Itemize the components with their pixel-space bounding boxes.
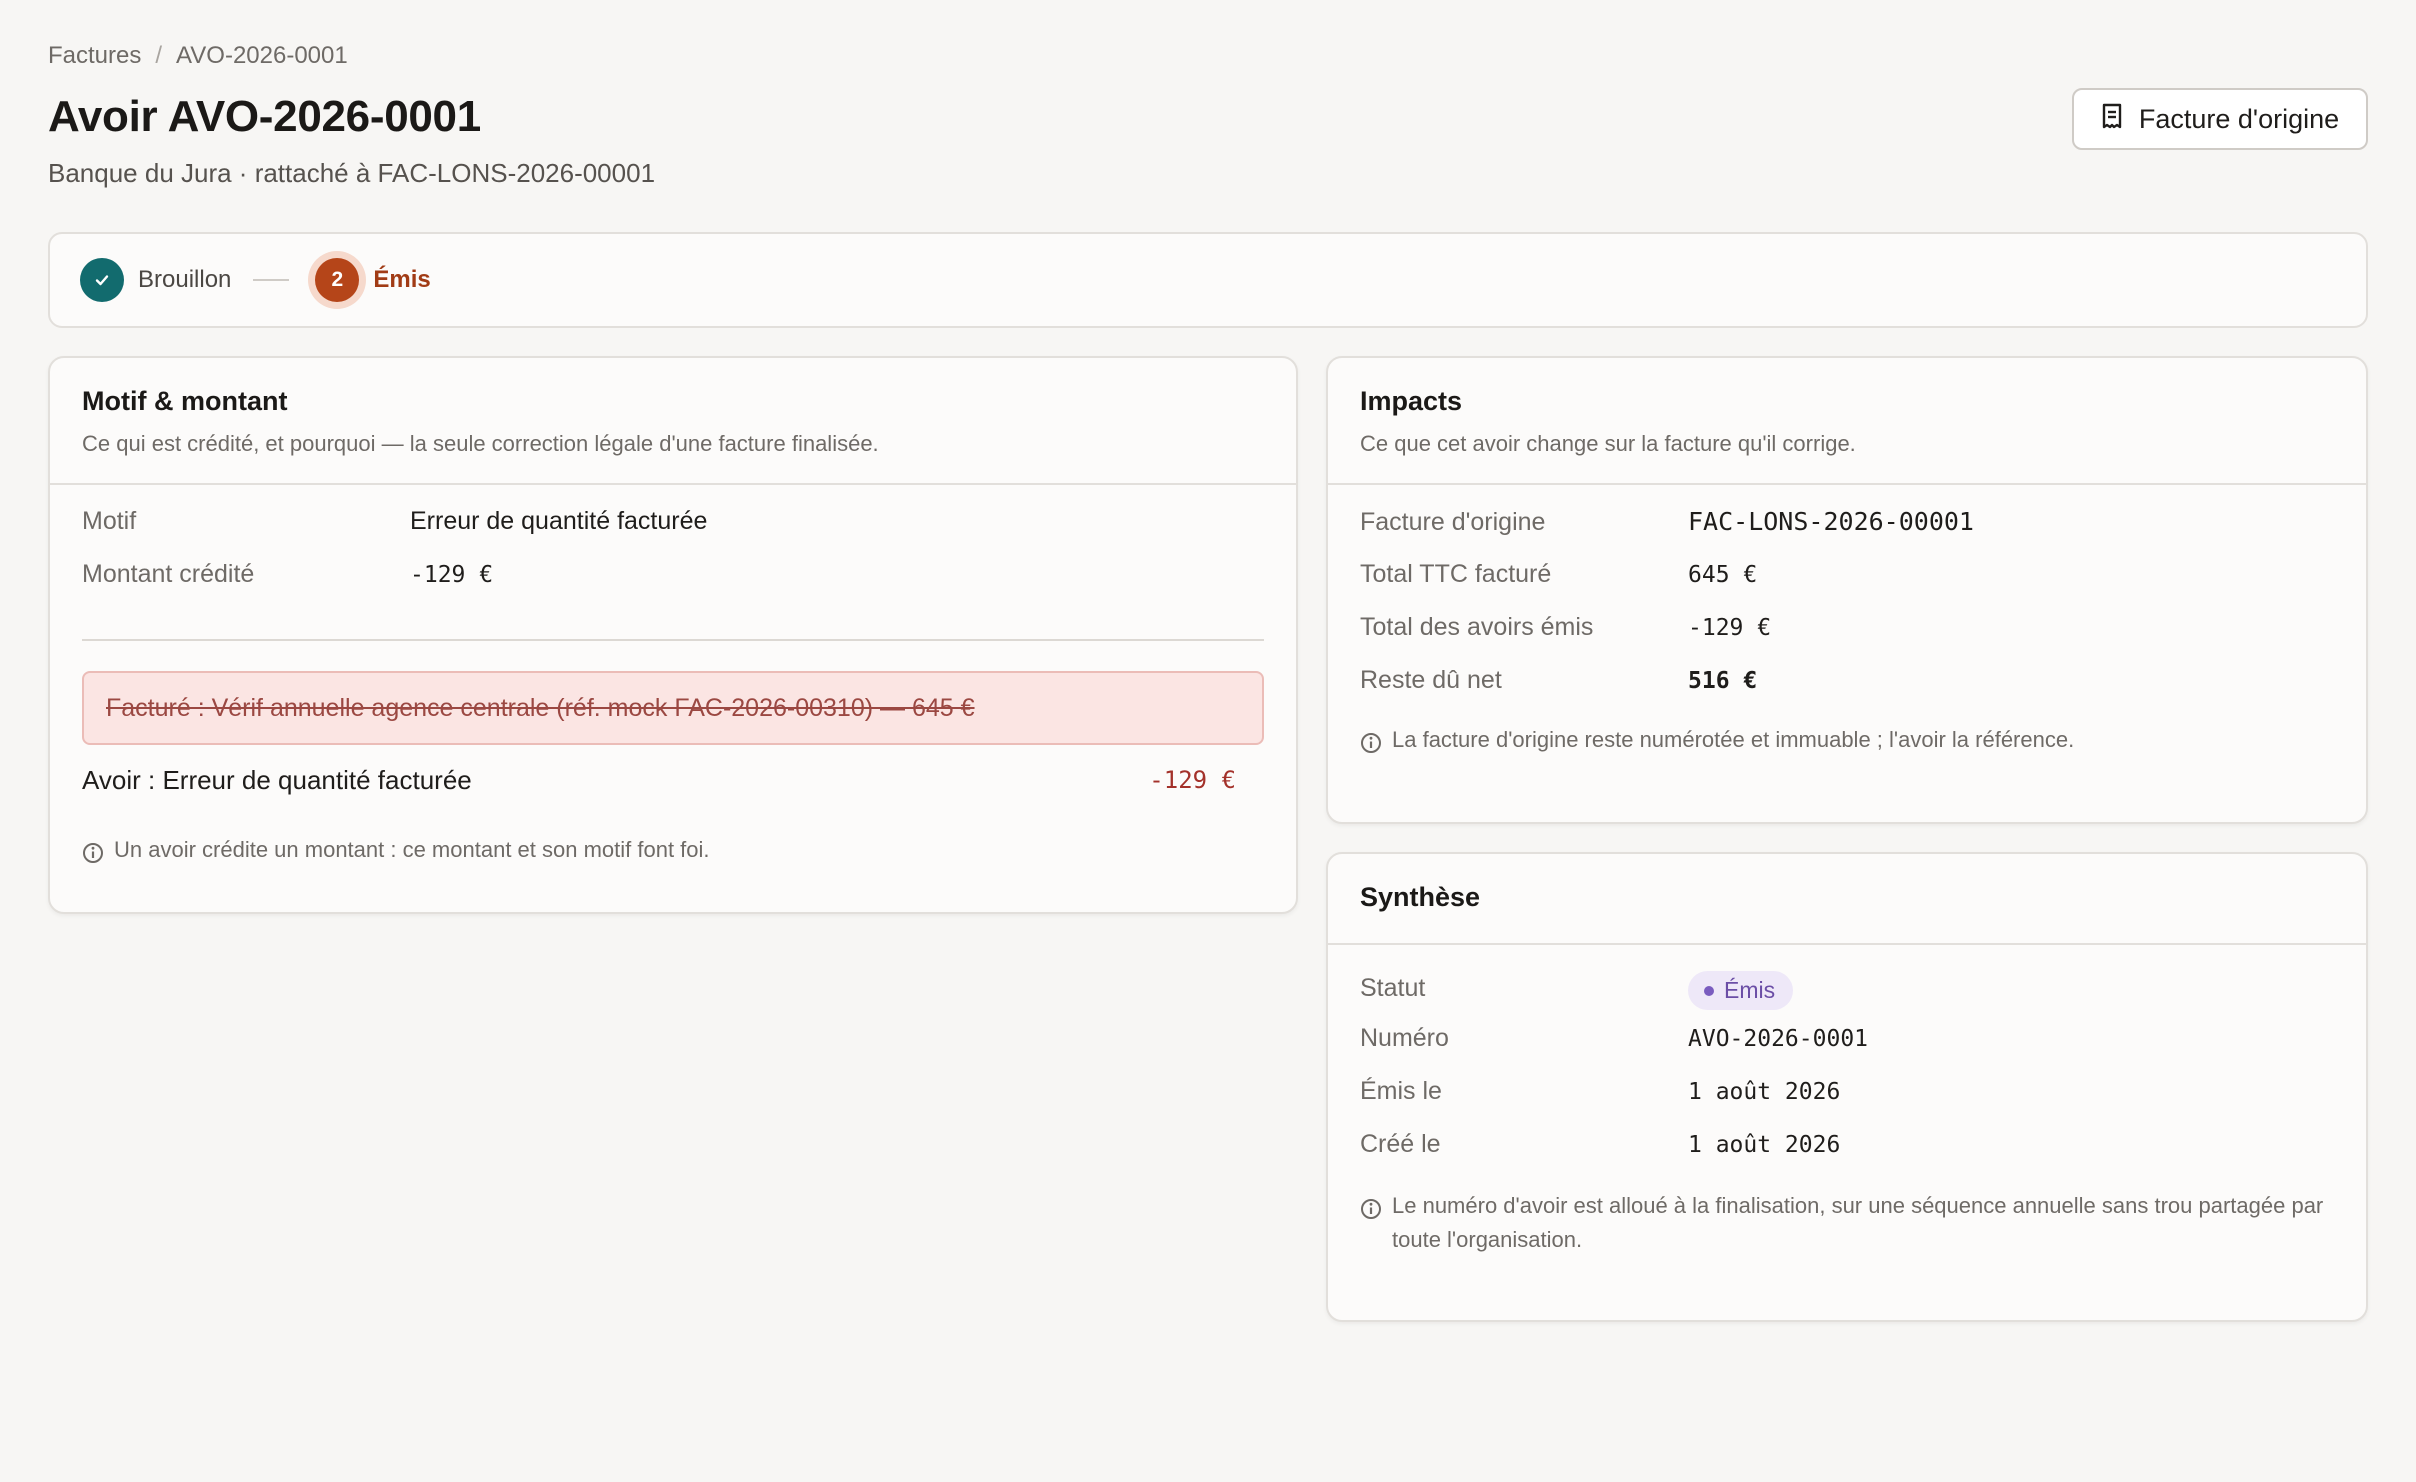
motif-note: Un avoir crédite un montant : ce montant… — [82, 833, 1264, 874]
created-date-value: 1 août 2026 — [1688, 1132, 1841, 1158]
synthese-note-text: Le numéro d'avoir est alloué à la finali… — [1392, 1193, 2324, 1252]
amount-value: -129 € — [410, 562, 494, 588]
created-date-label: Créé le — [1360, 1130, 1441, 1158]
motif-card-header: Motif & montant Ce qui est crédité, et p… — [50, 358, 1296, 485]
impacts-card: Impacts Ce que cet avoir change sur la f… — [1326, 356, 2368, 824]
impacts-note-text: La facture d'origine reste numérotée et … — [1392, 727, 2075, 752]
breadcrumb-factures-link[interactable]: Factures — [48, 42, 141, 70]
motif-card: Motif & montant Ce qui est crédité, et p… — [48, 356, 1298, 914]
motif-card-description: Ce qui est crédité, et pourquoi — la seu… — [82, 431, 879, 456]
reste-du-label: Reste dû net — [1360, 666, 1502, 694]
impacts-card-title: Impacts — [1360, 386, 1463, 416]
origin-invoice-row: Facture d'origine FAC-LONS-2026-00001 — [1360, 507, 2334, 560]
impacts-card-header: Impacts Ce que cet avoir change sur la f… — [1328, 358, 2366, 485]
avoir-line: Avoir : Erreur de quantité facturée -129… — [82, 761, 1264, 799]
issued-date-label: Émis le — [1360, 1077, 1442, 1105]
synthese-card-header: Synthèse — [1328, 854, 2366, 945]
status-badge-text: Émis — [1724, 977, 1776, 1003]
impacts-note: La facture d'origine reste numérotée et … — [1360, 723, 2334, 764]
struck-original-line: Facturé : Vérif annuelle agence centrale… — [82, 671, 1264, 745]
status-dot — [1704, 985, 1714, 996]
reste-du-row: Reste dû net 516 € — [1360, 666, 2334, 719]
status-label: Statut — [1360, 973, 1426, 1002]
info-icon — [82, 840, 104, 874]
status-row: Statut Émis — [1360, 971, 2334, 1024]
step-brouillon-label: Brouillon — [138, 266, 232, 293]
avoir-line-amount: -129 € — [1149, 766, 1236, 794]
motif-note-text: Un avoir crédite un montant : ce montant… — [114, 837, 710, 862]
total-ttc-value: 645 € — [1688, 562, 1758, 588]
info-icon — [1360, 730, 1382, 764]
total-ttc-label: Total TTC facturé — [1360, 560, 1552, 588]
breadcrumb: Factures / AVO-2026-0001 — [48, 42, 348, 70]
status-stepper: Brouillon 2 Émis — [48, 232, 2368, 328]
status-badge: Émis — [1688, 971, 1794, 1010]
issued-date-value: 1 août 2026 — [1688, 1079, 1841, 1105]
step-emis-number: 2 — [315, 258, 360, 302]
issued-date-row: Émis le 1 août 2026 — [1360, 1077, 2334, 1130]
synthese-card-title: Synthèse — [1360, 882, 1481, 912]
motif-value: Erreur de quantité facturée — [410, 507, 708, 535]
step-connector — [253, 279, 290, 281]
page-title: Avoir AVO-2026-0001 — [48, 92, 481, 141]
divider — [82, 639, 1264, 641]
reste-du-value: 516 € — [1688, 668, 1758, 694]
amount-row: Montant crédité -129 € — [82, 560, 1264, 613]
avoir-line-label: Avoir : Erreur de quantité facturée — [82, 764, 472, 795]
created-date-row: Créé le 1 août 2026 — [1360, 1130, 2334, 1183]
info-icon — [1360, 1196, 1382, 1230]
motif-card-title: Motif & montant — [82, 386, 288, 416]
page-subtitle: Banque du Jura · rattaché à FAC-LONS-202… — [48, 158, 656, 188]
check-icon — [80, 258, 124, 302]
step-brouillon: Brouillon — [80, 258, 231, 302]
motif-row: Motif Erreur de quantité facturée — [82, 507, 1264, 560]
total-ttc-row: Total TTC facturé 645 € — [1360, 560, 2334, 613]
motif-label: Motif — [82, 507, 137, 535]
synthese-note: Le numéro d'avoir est alloué à la finali… — [1360, 1189, 2334, 1257]
number-value: AVO-2026-0001 — [1688, 1026, 1869, 1052]
total-avoirs-value: -129 € — [1688, 615, 1772, 641]
number-label: Numéro — [1360, 1024, 1449, 1052]
breadcrumb-separator: / — [155, 42, 163, 69]
total-avoirs-label: Total des avoirs émis — [1360, 613, 1594, 641]
total-avoirs-row: Total des avoirs émis -129 € — [1360, 613, 2334, 666]
number-row: Numéro AVO-2026-0001 — [1360, 1024, 2334, 1077]
breadcrumb-current: AVO-2026-0001 — [176, 42, 348, 69]
origin-invoice-button-label: Facture d'origine — [2138, 103, 2340, 134]
origin-invoice-button[interactable]: Facture d'origine — [2072, 88, 2368, 150]
synthese-card: Synthèse Statut Émis Numéro AVO-2026-000… — [1326, 852, 2368, 1322]
amount-label: Montant crédité — [82, 560, 255, 588]
step-emis: 2 Émis — [315, 258, 431, 302]
origin-invoice-label: Facture d'origine — [1360, 508, 1546, 536]
impacts-card-description: Ce que cet avoir change sur la facture q… — [1360, 431, 1856, 456]
step-emis-label: Émis — [373, 266, 431, 293]
origin-invoice-link[interactable]: FAC-LONS-2026-00001 — [1688, 507, 1974, 536]
receipt-icon — [2101, 103, 2123, 136]
